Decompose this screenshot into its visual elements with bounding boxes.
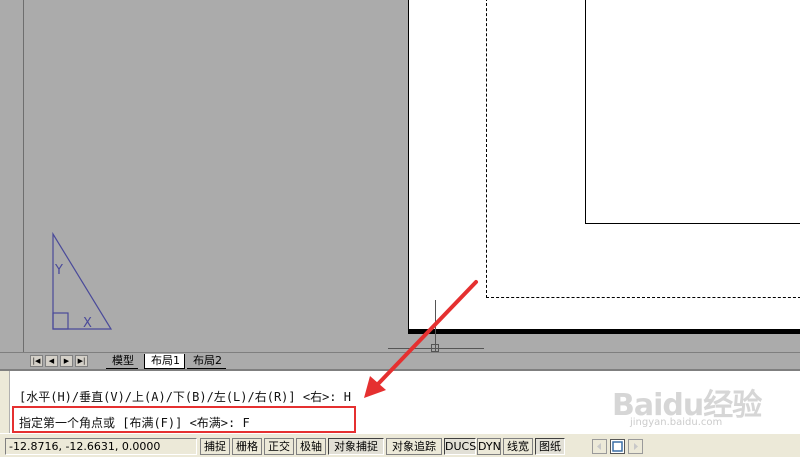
tab-layout2[interactable]: 布局2 — [187, 354, 226, 369]
otrack-toggle[interactable]: 对象追踪 — [386, 438, 442, 455]
tab-nav-next-button[interactable]: ▶ — [60, 355, 73, 367]
tab-nav-first-button[interactable]: |◀ — [30, 355, 43, 367]
tab-nav-last-button[interactable]: ▶| — [75, 355, 88, 367]
drawing-canvas[interactable]: Y X — [0, 0, 800, 352]
tab-layout1[interactable]: 布局1 — [144, 354, 185, 369]
grid-toggle[interactable]: 栅格 — [232, 438, 262, 455]
highlight-annotation-box — [12, 406, 356, 433]
ducs-toggle[interactable]: DUCS — [444, 438, 476, 455]
layout-viewport[interactable] — [585, 0, 800, 224]
paper-shadow — [408, 329, 800, 334]
lineweight-toggle[interactable]: 线宽 — [503, 438, 533, 455]
baidu-watermark: Baidu经验 jingyan.baidu.com — [612, 374, 800, 434]
canvas-left-frame — [0, 0, 24, 352]
ucs-icon: Y X — [52, 232, 113, 331]
ucs-x-label: X — [83, 316, 92, 331]
command-window-grip[interactable] — [0, 371, 10, 433]
layout-tabs-bar: |◀ ◀ ▶ ▶| 模型 布局1 布局2 — [0, 352, 800, 369]
maximize-viewport-icon[interactable] — [610, 439, 625, 454]
snap-toggle[interactable]: 捕捉 — [200, 438, 230, 455]
osnap-toggle[interactable]: 对象捕捉 — [328, 438, 384, 455]
watermark-url: jingyan.baidu.com — [630, 417, 723, 428]
scroll-left-icon[interactable] — [592, 439, 607, 454]
scroll-right-icon[interactable] — [628, 439, 643, 454]
ortho-toggle[interactable]: 正交 — [264, 438, 294, 455]
cursor-pickbox — [431, 344, 439, 352]
coordinate-readout[interactable]: -12.8716, -12.6631, 0.0000 — [5, 438, 197, 455]
status-bar: -12.8716, -12.6631, 0.0000 捕捉 栅格 正交 极轴 对… — [0, 433, 800, 457]
tab-model[interactable]: 模型 — [106, 354, 138, 369]
paper-model-toggle[interactable]: 图纸 — [535, 438, 565, 455]
command-history-line: [水平(H)/垂直(V)/上(A)/下(B)/左(L)/右(R)] <右>: H — [19, 390, 351, 404]
dyn-toggle[interactable]: DYN — [477, 438, 501, 455]
polar-toggle[interactable]: 极轴 — [296, 438, 326, 455]
ucs-y-label: Y — [54, 263, 63, 278]
tab-nav-prev-button[interactable]: ◀ — [45, 355, 58, 367]
